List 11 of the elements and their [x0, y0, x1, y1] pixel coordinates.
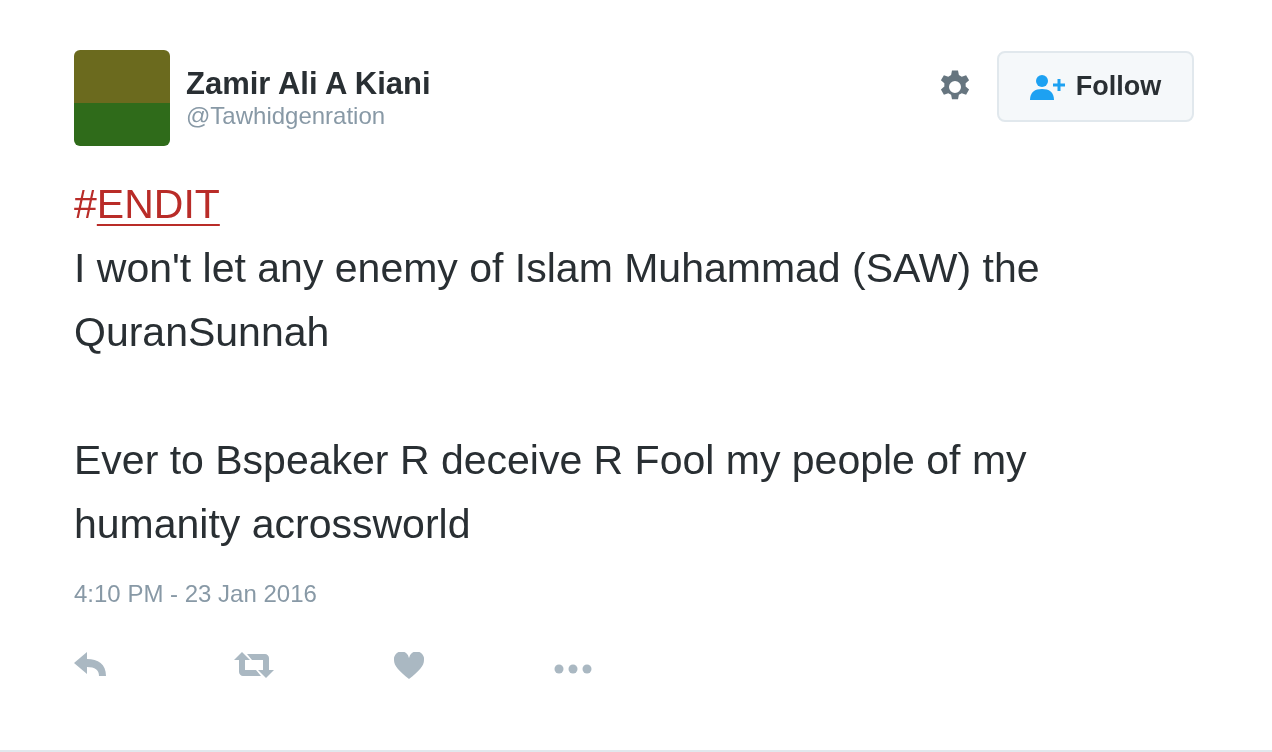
heart-icon[interactable] — [394, 652, 424, 679]
follow-button[interactable]: Follow — [997, 51, 1194, 122]
reply-icon[interactable] — [74, 652, 108, 678]
hash-sign[interactable]: # — [74, 181, 97, 227]
retweet-icon[interactable] — [234, 652, 274, 678]
add-user-icon — [1029, 73, 1066, 100]
author-name[interactable]: Zamir Ali A Kiani — [186, 66, 431, 102]
hashtag-link[interactable]: ENDIT — [96, 181, 220, 227]
tweet-text: Ever to Bspeaker R deceive R Fool my people of my humanity acrossworld — [74, 436, 1028, 549]
more-icon[interactable] — [554, 663, 592, 674]
tweet-text: I won't let any enemy of Islam Muhammad (SAW) the QuranSunnah — [74, 244, 1041, 357]
